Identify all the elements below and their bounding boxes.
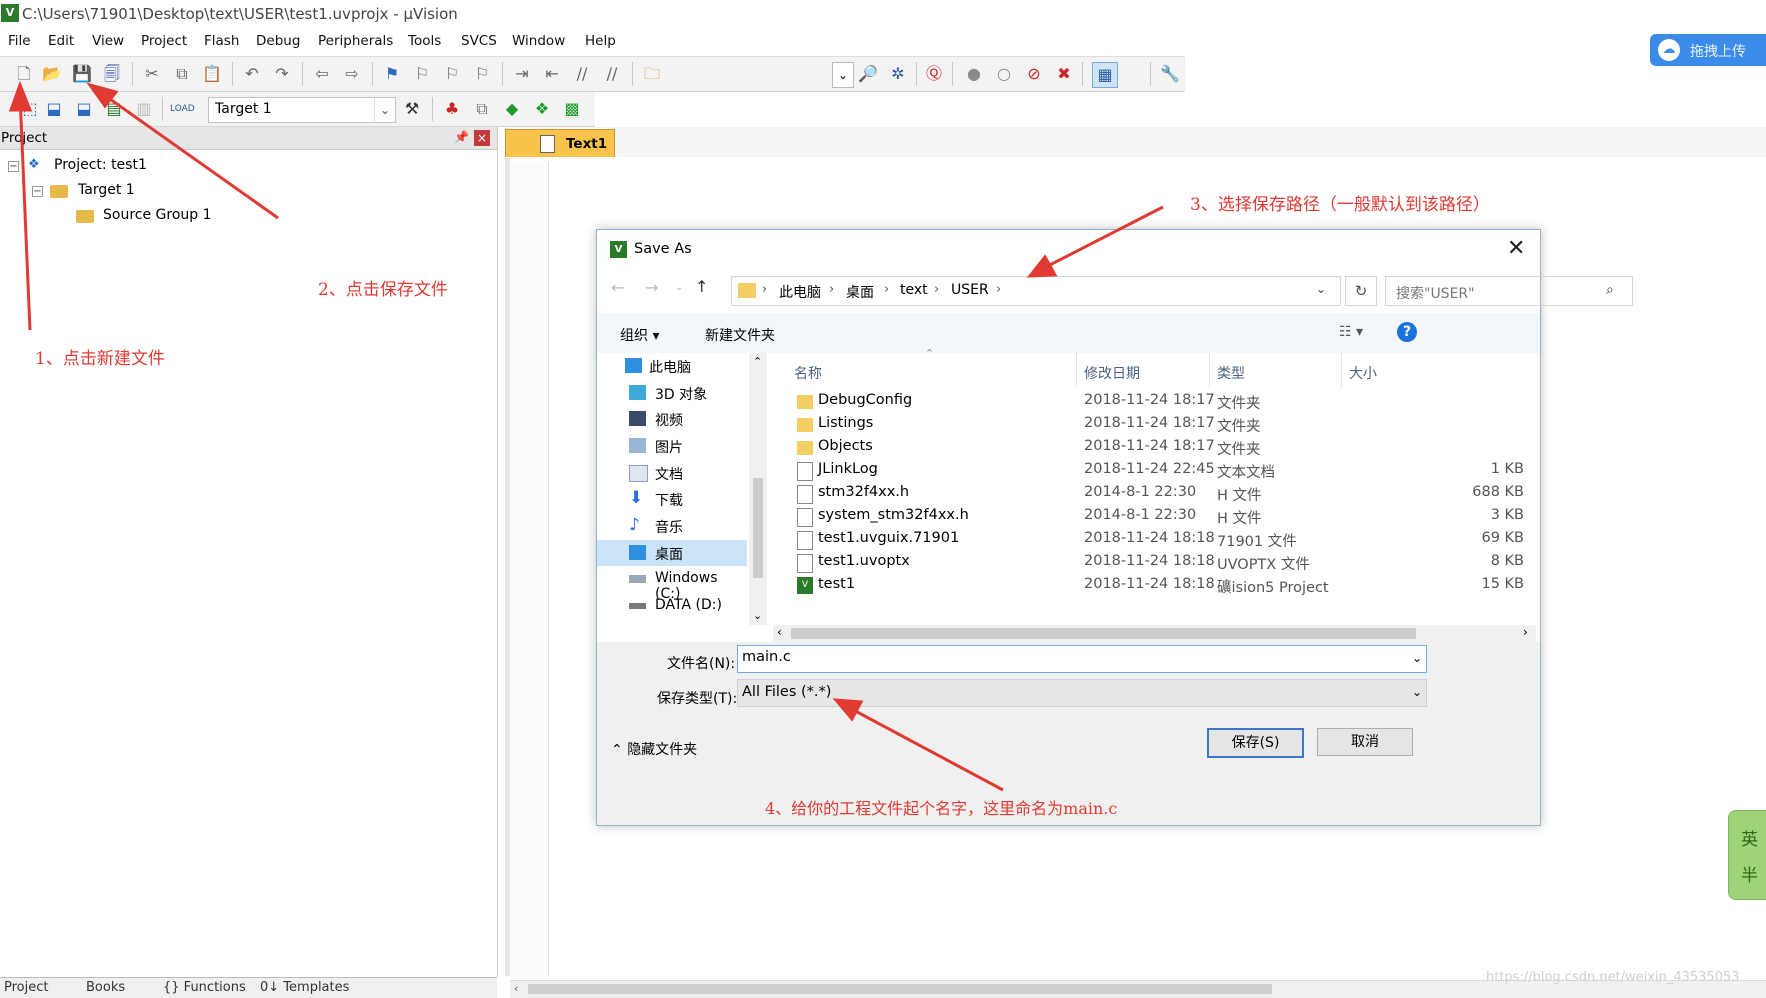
arrow-line	[1039, 205, 1164, 272]
arrow-head	[832, 698, 864, 722]
annotation-file-name: 4、给你的工程文件起个名字，这里命名为main.c	[765, 799, 1118, 818]
annotation-new-file: 1、点击新建文件	[35, 349, 165, 369]
annotation-save-file: 2、点击保存文件	[318, 280, 448, 300]
annotation-arrows	[8, 80, 1164, 792]
annotation-save-path: 3、选择保存路径（一般默认到该路径）	[1190, 195, 1490, 215]
arrow-head	[1026, 254, 1058, 278]
arrow-head	[86, 82, 119, 109]
arrow-line	[99, 90, 279, 220]
arrow-head	[8, 80, 33, 112]
arrow-line	[18, 94, 32, 331]
arrow-line	[845, 704, 1004, 792]
